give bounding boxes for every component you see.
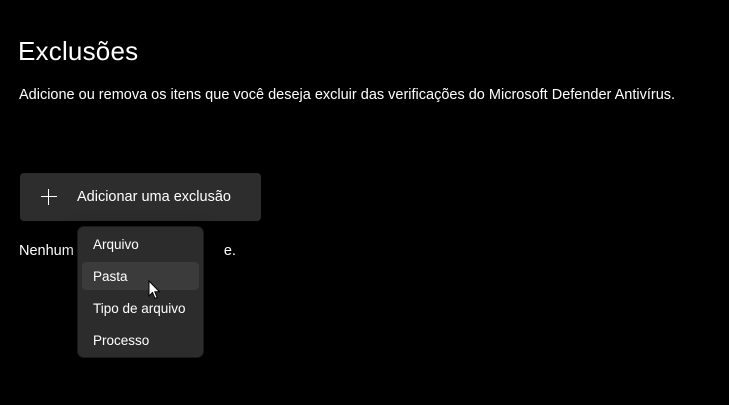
add-exclusion-label: Adicionar uma exclusão — [77, 189, 231, 205]
page-title: Exclusões — [18, 36, 139, 66]
menu-item-pasta[interactable]: Pasta — [82, 262, 199, 290]
menu-item-label: Processo — [93, 332, 150, 348]
empty-state-text-left: Nenhum — [19, 243, 74, 259]
menu-item-processo[interactable]: Processo — [82, 326, 199, 354]
add-exclusion-button[interactable]: Adicionar uma exclusão — [20, 173, 261, 221]
menu-item-arquivo[interactable]: Arquivo — [82, 230, 199, 258]
plus-icon — [41, 189, 57, 205]
exclusion-type-menu: Arquivo Pasta Tipo de arquivo Processo — [77, 226, 204, 358]
exclusions-page: Exclusões Adicione ou remova os itens qu… — [0, 0, 729, 405]
menu-item-label: Pasta — [93, 268, 128, 284]
page-description: Adicione ou remova os itens que você des… — [19, 87, 676, 103]
menu-item-label: Arquivo — [93, 236, 139, 252]
menu-item-tipo-de-arquivo[interactable]: Tipo de arquivo — [82, 294, 199, 322]
menu-item-label: Tipo de arquivo — [93, 300, 186, 316]
empty-state-text-right: e. — [223, 243, 236, 259]
